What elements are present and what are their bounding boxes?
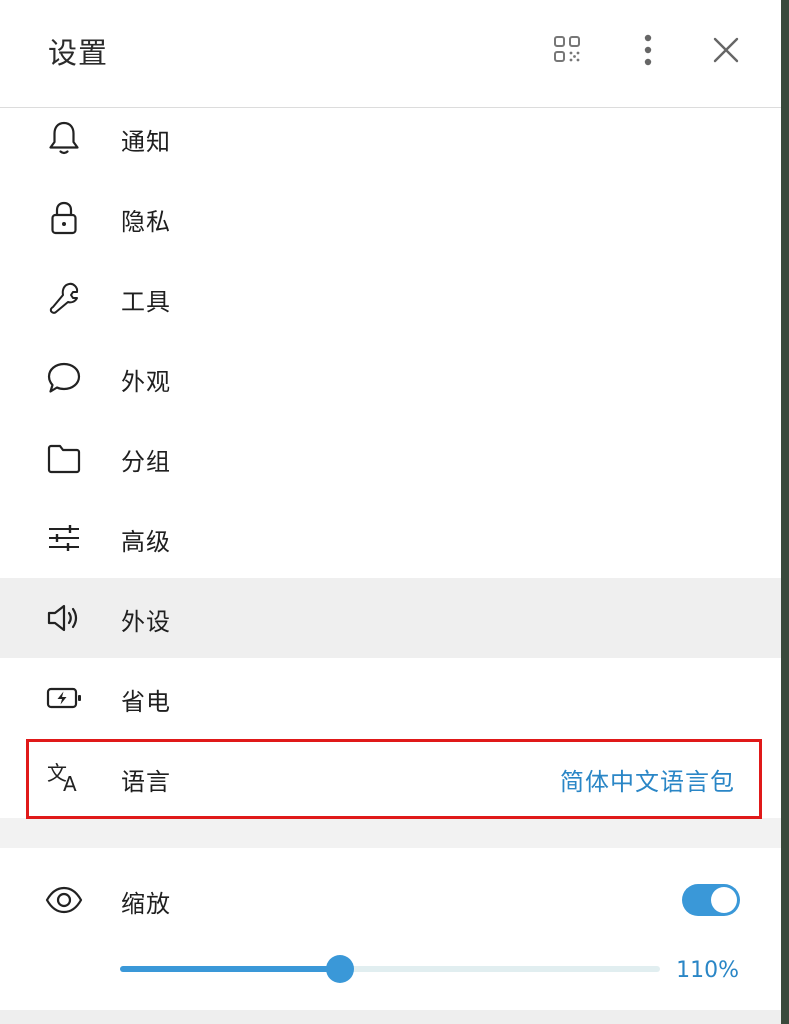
battery-charging-icon — [44, 678, 84, 718]
settings-item-language[interactable]: 文 A 语言 简体中文语言包 — [0, 738, 781, 818]
settings-item-peripherals[interactable]: 外设 — [0, 578, 781, 658]
slider-fill — [120, 966, 341, 972]
translate-icon: 文 A — [44, 758, 84, 798]
folder-icon — [44, 438, 84, 478]
zoom-section: 缩放 110% — [0, 848, 781, 1010]
settings-item-advanced[interactable]: 高级 — [0, 498, 781, 578]
qr-code-icon — [554, 36, 580, 62]
bottom-strip — [0, 1010, 781, 1024]
settings-item-label: 工具 — [121, 288, 171, 316]
speaker-icon — [44, 598, 84, 638]
slider-thumb[interactable] — [326, 955, 355, 983]
zoom-toggle[interactable] — [682, 884, 740, 916]
zoom-slider[interactable] — [120, 955, 660, 983]
page-title: 设置 — [48, 36, 109, 70]
settings-item-label: 省电 — [121, 688, 171, 716]
settings-item-label: 语言 — [121, 768, 171, 796]
settings-item-appearance[interactable]: 外观 — [0, 338, 781, 418]
settings-list: 通知 隐私 工具 外观 分组 高级 外设 省电 文 A 语言 简体中文语言包 — [0, 108, 781, 818]
settings-item-tools[interactable]: 工具 — [0, 258, 781, 338]
toggle-knob — [711, 887, 737, 913]
wrench-icon — [44, 278, 84, 318]
more-vertical-icon — [644, 34, 652, 66]
more-options-button[interactable] — [628, 30, 668, 70]
settings-item-label: 高级 — [121, 528, 171, 556]
settings-item-notifications[interactable]: 通知 — [0, 108, 781, 178]
sliders-icon — [44, 518, 84, 558]
settings-item-label: 分组 — [121, 448, 171, 476]
settings-item-label: 通知 — [121, 128, 171, 156]
bell-icon — [44, 118, 84, 158]
settings-item-privacy[interactable]: 隐私 — [0, 178, 781, 258]
settings-item-power-saving[interactable]: 省电 — [0, 658, 781, 738]
svg-text:A: A — [63, 772, 77, 796]
settings-item-label: 外观 — [121, 368, 171, 396]
eye-icon — [44, 880, 84, 920]
lock-icon — [44, 198, 84, 238]
settings-panel: 设置 通知 隐私 工具 外观 分组 高级 外设 省电 文 A 语言 简体中文语言… — [0, 0, 781, 1024]
zoom-value: 110% — [676, 958, 739, 983]
close-button[interactable] — [706, 30, 746, 70]
speech-bubble-icon — [44, 358, 84, 398]
section-divider — [0, 830, 781, 848]
zoom-label: 缩放 — [121, 890, 171, 918]
settings-item-label: 隐私 — [121, 208, 171, 236]
settings-header: 设置 — [0, 0, 781, 108]
settings-item-label: 外设 — [121, 608, 171, 636]
qr-code-button[interactable] — [547, 30, 587, 70]
close-icon — [713, 37, 739, 63]
settings-item-groups[interactable]: 分组 — [0, 418, 781, 498]
language-value-link[interactable]: 简体中文语言包 — [560, 762, 735, 797]
